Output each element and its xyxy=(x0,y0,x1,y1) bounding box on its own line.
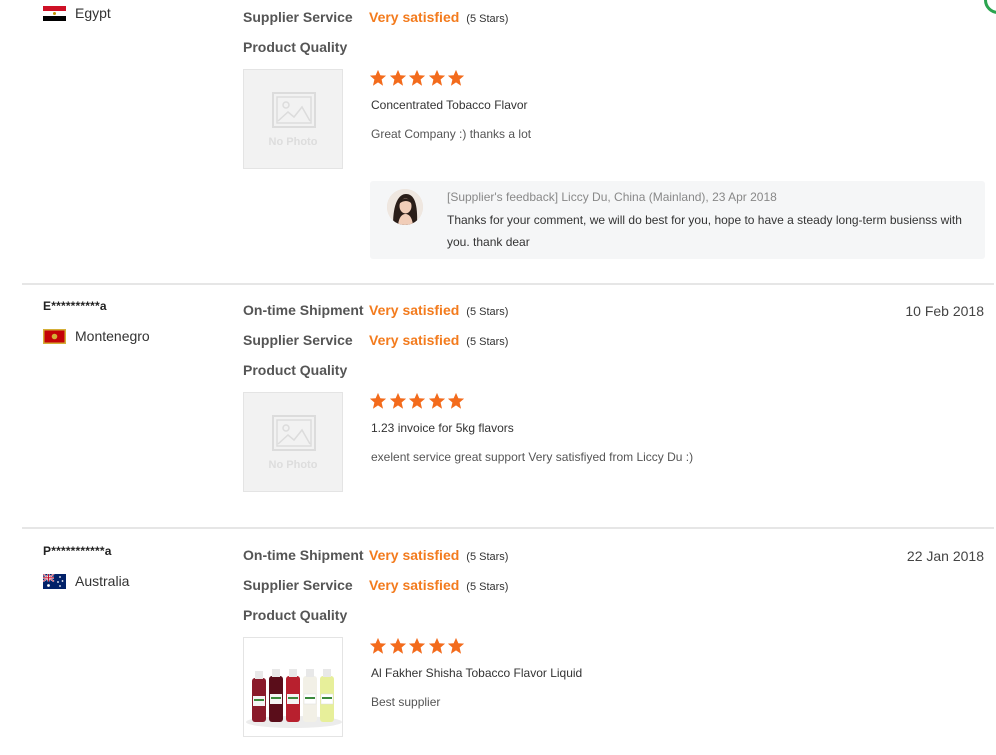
review-divider xyxy=(22,283,994,285)
review-comment: exelent service great support Very satis… xyxy=(371,450,694,464)
star-icon xyxy=(409,392,426,409)
rating-row-on-time-shipment: On-time Shipment Very satisfied (5 Stars… xyxy=(243,547,508,567)
buyer-country: Egypt xyxy=(43,5,111,21)
partial-badge-icon xyxy=(984,0,996,14)
review-comment: Best supplier xyxy=(371,695,441,709)
egypt-flag-icon xyxy=(43,5,66,21)
rating-value: Very satisfied xyxy=(369,302,460,318)
rating-row-product-quality: Product Quality xyxy=(243,362,369,382)
rating-value: Very satisfied xyxy=(369,332,460,348)
rating-row-on-time-shipment: On-time Shipment Very satisfied (5 Stars… xyxy=(243,302,508,322)
no-photo-label: No Photo xyxy=(268,459,318,471)
rating-label: Product Quality xyxy=(243,607,348,623)
product-star-rating xyxy=(369,69,467,87)
rating-label: On-time Shipment xyxy=(243,547,364,563)
rating-row-product-quality: Product Quality xyxy=(243,607,369,627)
star-icon xyxy=(389,69,406,86)
product-link[interactable]: Concentrated Tobacco Flavor xyxy=(371,98,528,112)
rating-row-supplier-service: Supplier Service Very satisfied (5 Stars… xyxy=(243,9,508,29)
rating-label: Supplier Service xyxy=(243,332,353,348)
star-icon xyxy=(389,392,406,409)
montenegro-flag-icon xyxy=(43,328,66,344)
review-date: 10 Feb 2018 xyxy=(905,303,984,319)
rating-stars-text: (5 Stars) xyxy=(466,306,509,318)
product-thumbnail[interactable] xyxy=(243,637,343,737)
buyer-country: Australia xyxy=(43,573,129,589)
buyer-name: E**********a xyxy=(43,299,107,313)
star-icon xyxy=(369,392,387,409)
rating-label: Supplier Service xyxy=(243,9,353,25)
product-star-rating xyxy=(369,392,467,410)
rating-stars-text: (5 Stars) xyxy=(466,13,509,25)
product-link[interactable]: Al Fakher Shisha Tobacco Flavor Liquid xyxy=(371,666,582,680)
star-icon xyxy=(448,637,465,654)
product-link[interactable]: 1.23 invoice for 5kg flavors xyxy=(371,421,514,435)
rating-value: Very satisfied xyxy=(369,547,460,563)
country-name: Montenegro xyxy=(75,328,150,344)
buyer-name: P***********a xyxy=(43,544,112,558)
review-divider xyxy=(22,527,994,529)
rating-row-supplier-service: Supplier Service Very satisfied (5 Stars… xyxy=(243,332,508,352)
star-icon xyxy=(409,69,426,86)
product-star-rating xyxy=(369,637,467,655)
rating-stars-text: (5 Stars) xyxy=(466,336,509,348)
rating-label: Supplier Service xyxy=(243,577,353,593)
star-icon xyxy=(428,69,445,86)
australia-flag-icon xyxy=(43,573,66,589)
no-photo-placeholder: No Photo xyxy=(243,69,343,169)
buyer-country: Montenegro xyxy=(43,328,150,344)
rating-value: Very satisfied xyxy=(369,577,460,593)
review-comment: Great Company :) thanks a lot xyxy=(371,127,532,141)
rating-stars-text: (5 Stars) xyxy=(466,551,509,563)
country-name: Egypt xyxy=(75,5,111,21)
rating-label: Product Quality xyxy=(243,362,348,378)
no-photo-placeholder: No Photo xyxy=(243,392,343,492)
star-icon xyxy=(369,637,387,654)
star-icon xyxy=(428,637,445,654)
star-icon xyxy=(389,637,406,654)
rating-label: On-time Shipment xyxy=(243,302,364,318)
star-icon xyxy=(448,69,465,86)
image-placeholder-icon xyxy=(272,415,316,451)
country-name: Australia xyxy=(75,573,130,589)
rating-row-supplier-service: Supplier Service Very satisfied (5 Stars… xyxy=(243,577,508,597)
supplier-avatar xyxy=(387,189,423,225)
supplier-feedback-box: [Supplier's feedback] Liccy Du, China (M… xyxy=(370,181,985,259)
rating-stars-text: (5 Stars) xyxy=(466,581,509,593)
feedback-meta: [Supplier's feedback] Liccy Du, China (M… xyxy=(447,190,777,204)
star-icon xyxy=(428,392,445,409)
feedback-text: Thanks for your comment, we will do best… xyxy=(447,213,962,249)
rating-label: Product Quality xyxy=(243,39,348,55)
image-placeholder-icon xyxy=(272,92,316,128)
rating-value: Very satisfied xyxy=(369,9,460,25)
no-photo-label: No Photo xyxy=(268,136,318,148)
flavor-bottles-image xyxy=(244,638,342,736)
review-date: 22 Jan 2018 xyxy=(906,548,984,564)
rating-row-product-quality: Product Quality xyxy=(243,39,369,59)
star-icon xyxy=(409,637,426,654)
star-icon xyxy=(448,392,465,409)
star-icon xyxy=(369,69,387,86)
